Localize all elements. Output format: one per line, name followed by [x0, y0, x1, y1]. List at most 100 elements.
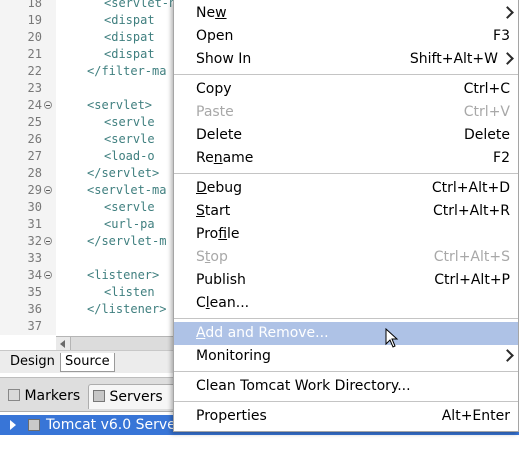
menu-item-profile[interactable]: Profile	[174, 223, 518, 246]
line-number: 26	[27, 132, 42, 146]
servers-icon	[93, 390, 105, 402]
tab-source[interactable]: Source	[60, 353, 115, 372]
fold-collapse-icon[interactable]	[44, 186, 52, 194]
scroll-left-arrow-icon[interactable]	[56, 337, 71, 351]
menu-label-stop: S	[196, 249, 205, 265]
mnemonic-add-remove: A	[196, 325, 206, 341]
menu-item-open[interactable]: Open F3	[174, 25, 518, 48]
menu-shortcut-debug: Ctrl+Alt+D	[431, 180, 510, 196]
menu-label-profile-rest: ile	[227, 226, 240, 242]
menu-item-new[interactable]: New	[174, 2, 518, 25]
menu-shortcut-start: Ctrl+Alt+R	[432, 203, 510, 219]
menu-label-stop-rest: op	[210, 249, 228, 265]
menu-label-clean-tomcat: Clean Tomcat Work Directory...	[196, 378, 411, 394]
mnemonic-profile: f	[218, 226, 228, 242]
menu-item-delete[interactable]: Delete Delete	[174, 124, 518, 147]
menu-label-new: Ne	[196, 5, 216, 21]
line-number: 35	[27, 285, 42, 299]
code-text: <servlet>	[87, 98, 153, 112]
menu-item-debug[interactable]: Debug Ctrl+Alt+D	[174, 177, 518, 200]
code-text: <dispat	[104, 13, 155, 27]
menu-item-start[interactable]: Start Ctrl+Alt+R	[174, 200, 518, 223]
expand-arrow-icon[interactable]	[10, 420, 16, 430]
mnemonic-debug: D	[196, 180, 207, 196]
tab-markers-label: Markers	[24, 388, 81, 404]
line-number: 21	[27, 47, 42, 61]
menu-separator	[174, 74, 518, 75]
code-text: <servle	[104, 200, 155, 214]
line-number: 23	[27, 81, 42, 95]
code-text: <listener>	[87, 268, 160, 282]
menu-item-publish[interactable]: Publish Ctrl+Alt+P	[174, 269, 518, 292]
line-number: 33	[27, 251, 42, 265]
menu-item-copy[interactable]: Copy Ctrl+C	[174, 78, 518, 101]
tab-markers[interactable]: Markers	[4, 384, 80, 408]
code-text: <dispat	[104, 47, 155, 61]
menu-item-stop: Stop Ctrl+Alt+S	[174, 246, 518, 269]
menu-shortcut-properties: Alt+Enter	[441, 408, 510, 424]
menu-label-publish: Publish	[196, 272, 246, 288]
menu-item-properties[interactable]: Properties Alt+Enter	[174, 405, 518, 428]
menu-label-copy: Copy	[196, 81, 232, 97]
line-number: 31	[27, 217, 42, 231]
line-number: 34	[27, 268, 42, 282]
menu-label-paste: Paste	[196, 104, 234, 120]
line-number: 19	[27, 13, 42, 27]
fold-collapse-icon[interactable]	[44, 271, 52, 279]
context-menu: New Open F3 Show In Shift+Alt+W Copy Ctr…	[173, 0, 519, 432]
tab-design[interactable]: Design	[6, 353, 59, 371]
line-number: 24	[27, 98, 42, 112]
markers-icon	[8, 389, 20, 401]
menu-label-profile: Pro	[196, 226, 219, 242]
code-text: </filter-ma	[87, 64, 167, 78]
code-text: <load-o	[104, 149, 155, 163]
menu-item-clean[interactable]: Clean...	[174, 292, 518, 315]
code-text: <servle	[104, 132, 155, 146]
menu-shortcut-paste: Ctrl+V	[463, 104, 510, 120]
menu-label-properties: Properties	[196, 408, 267, 424]
menu-shortcut-show-in: Shift+Alt+W	[409, 51, 498, 67]
menu-shortcut-publish: Ctrl+Alt+P	[434, 272, 510, 288]
line-number: 30	[27, 200, 42, 214]
mnemonic-rename: n	[213, 150, 223, 166]
code-text: </servlet>	[87, 166, 160, 180]
menu-label-delete: Delete	[196, 127, 242, 143]
code-text: </listener>	[87, 302, 167, 316]
fold-collapse-icon[interactable]	[44, 101, 52, 109]
line-number: 25	[27, 115, 42, 129]
menu-label-monitoring: Monitoring	[196, 348, 271, 364]
code-text: <servlet-ma	[87, 183, 167, 197]
menu-separator	[174, 318, 518, 319]
menu-separator	[174, 173, 518, 174]
menu-label-open: Open	[196, 28, 234, 44]
line-number: 29	[27, 183, 42, 197]
line-number: 20	[27, 30, 42, 44]
menu-label-add-remove: dd and Remove...	[205, 325, 329, 341]
menu-item-monitoring[interactable]: Monitoring	[174, 345, 518, 368]
line-number: 36	[27, 302, 42, 316]
line-number: 37	[27, 319, 42, 333]
menu-shortcut-stop: Ctrl+Alt+S	[433, 249, 510, 265]
code-text: </servlet-m	[87, 234, 167, 248]
menu-item-rename[interactable]: Rename F2	[174, 147, 518, 170]
menu-label-clean-rest: ean...	[209, 295, 250, 311]
code-text: <servle	[104, 115, 155, 129]
menu-item-show-in[interactable]: Show In Shift+Alt+W	[174, 48, 518, 71]
menu-shortcut-delete: Delete	[464, 127, 510, 143]
menu-separator	[174, 401, 518, 402]
menu-label-clean: C	[196, 295, 206, 311]
menu-separator	[174, 371, 518, 372]
server-icon	[28, 419, 40, 431]
mnemonic-new: w	[215, 5, 227, 21]
submenu-arrow-icon	[501, 349, 514, 362]
mnemonic-start: S	[196, 203, 205, 219]
line-number: 32	[27, 234, 42, 248]
menu-label-rename-rest: ame	[222, 150, 254, 166]
line-number: 22	[27, 64, 42, 78]
menu-item-paste: Paste Ctrl+V	[174, 101, 518, 124]
line-number: 27	[27, 149, 42, 163]
menu-item-clean-tomcat-work-directory[interactable]: Clean Tomcat Work Directory...	[174, 375, 518, 398]
menu-item-add-and-remove[interactable]: Add and Remove...	[174, 322, 518, 345]
menu-shortcut-copy: Ctrl+C	[463, 81, 510, 97]
fold-collapse-icon[interactable]	[44, 237, 52, 245]
